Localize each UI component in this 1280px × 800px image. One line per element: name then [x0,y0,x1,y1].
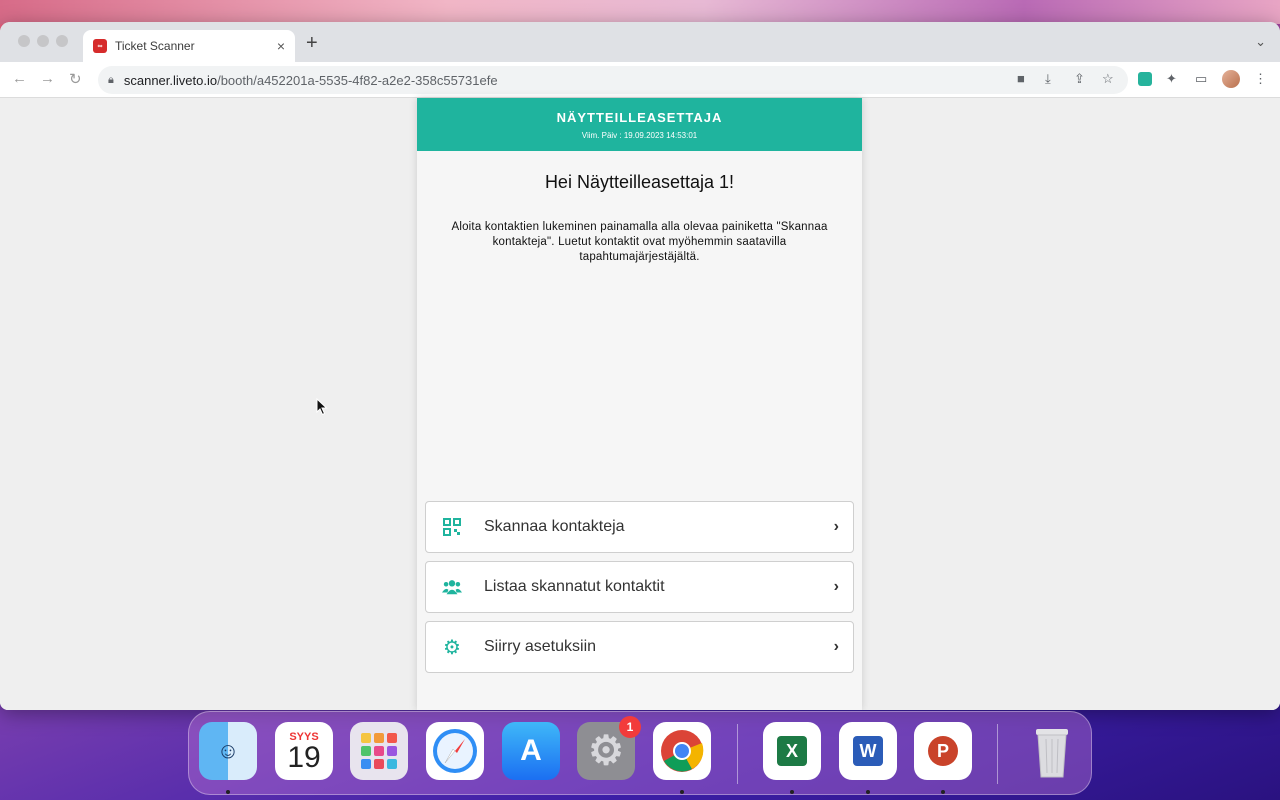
dock-separator [997,724,998,784]
back-arrow-icon[interactable]: ← [12,70,27,87]
list-contacts-button[interactable]: Listaa skannatut kontaktit › [425,561,854,613]
finder-icon[interactable]: ☺ [199,722,257,780]
chevron-right-icon: › [833,638,839,655]
share-icon[interactable]: ⇪ [1074,71,1085,87]
tab-strip: ∞ Ticket Scanner × + ⌄ [0,22,1280,62]
macos-dock: ☺ SYYS 19 A ⚙ 1 X W P [188,711,1092,795]
address-bar[interactable]: 🔒︎ scanner.liveto.io/booth/a452201a-5535… [98,66,1128,94]
window-zoom-button[interactable] [56,35,68,47]
reload-icon[interactable]: ↻ [69,70,82,88]
calendar-day: 19 [287,741,321,774]
users-icon [442,577,462,597]
trash-icon[interactable] [1023,722,1081,780]
word-icon[interactable]: W [839,722,897,780]
forward-arrow-icon[interactable]: → [40,70,55,87]
settings-label: Siirry asetuksiin [484,638,597,655]
bookmark-star-icon[interactable]: ☆ [1102,71,1114,87]
tab-search-chevron-icon[interactable]: ⌄ [1255,34,1266,50]
chevron-right-icon: › [833,518,839,535]
page-viewport: NÄYTTEILLEASETTAJA Viim. Päiv : 19.09.20… [0,98,1280,710]
tab-title: Ticket Scanner [115,39,195,53]
settings-button[interactable]: ⚙ Siirry asetuksiin › [425,621,854,673]
calendar-icon[interactable]: SYYS 19 [275,722,333,780]
window-minimize-button[interactable] [37,35,49,47]
lock-icon: 🔒︎ [108,73,114,86]
tab-close-icon[interactable]: × [277,38,285,54]
qr-code-icon [442,517,462,537]
dock-running-indicator [680,790,684,794]
chevron-right-icon: › [833,578,839,595]
powerpoint-icon[interactable]: P [914,722,972,780]
dock-running-indicator [941,790,945,794]
install-icon[interactable]: ⤓ [1045,71,1051,87]
role-title: NÄYTTEILLEASETTAJA [556,110,723,125]
greeting-heading: Hei Näytteilleasettaja 1! [544,172,735,192]
tab-ticket-scanner[interactable]: ∞ Ticket Scanner × [83,30,295,62]
browser-toolbar: ← → ↻ 🔒︎ scanner.liveto.io/booth/a452201… [0,62,1280,98]
dock-separator [737,724,738,784]
url-path: /booth/a452201a-5535-4f82-a2e2-358c55731… [217,72,498,88]
system-settings-icon[interactable]: ⚙ 1 [577,716,641,780]
intro-text: Aloita kontaktien lukeminen painamalla a… [451,221,828,263]
side-panel-icon[interactable]: ▭ [1195,71,1207,87]
list-contacts-label: Listaa skannatut kontaktit [484,578,665,595]
safari-icon[interactable] [426,722,484,780]
launchpad-icon[interactable] [350,722,408,780]
dock-running-indicator [226,790,230,794]
more-menu-icon[interactable]: ⋮ [1254,71,1267,87]
notification-badge: 1 [619,716,641,738]
chrome-icon[interactable] [653,722,711,780]
dock-running-indicator [866,790,870,794]
new-tab-button[interactable]: + [306,32,318,55]
dock-running-indicator [790,790,794,794]
app-header: NÄYTTEILLEASETTAJA Viim. Päiv : 19.09.20… [417,98,862,151]
gear-icon: ⚙ [443,636,461,659]
excel-icon[interactable]: X [763,722,821,780]
camera-icon[interactable]: ■ [1017,71,1025,86]
scan-contacts-button[interactable]: Skannaa kontakteja › [425,501,854,553]
extension-hexagon-icon[interactable] [1138,72,1152,86]
url-domain: scanner.liveto.io [123,72,218,88]
window-close-button[interactable] [18,35,30,47]
scanner-app: NÄYTTEILLEASETTAJA Viim. Päiv : 19.09.20… [417,98,862,710]
extensions-puzzle-icon[interactable]: ✦ [1166,71,1177,87]
mouse-cursor-icon [316,398,328,416]
desktop-wallpaper [0,0,1280,24]
liveto-favicon-icon: ∞ [93,39,107,53]
profile-avatar[interactable] [1222,70,1240,88]
app-store-icon[interactable]: A [502,722,560,780]
last-updated: Viim. Päiv : 19.09.2023 14:53:01 [581,131,698,140]
scan-contacts-label: Skannaa kontakteja [484,518,625,535]
browser-window: ∞ Ticket Scanner × + ⌄ ← → ↻ 🔒︎ scanner.… [0,22,1280,710]
action-list: Skannaa kontakteja › Listaa skannatut ko… [425,501,854,681]
